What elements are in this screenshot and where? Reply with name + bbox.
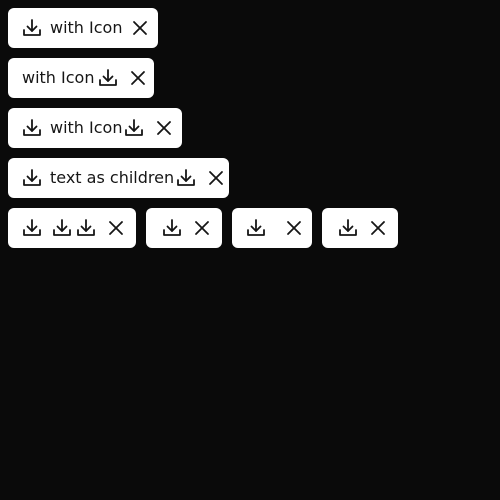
- chip-text-children[interactable]: text as children: [8, 158, 229, 198]
- chip-both-icons[interactable]: with Icon: [8, 108, 182, 148]
- download-icon: [50, 216, 74, 240]
- close-icon[interactable]: [128, 16, 152, 40]
- chip-icons-only-multi[interactable]: [8, 208, 136, 248]
- download-icon: [20, 116, 44, 140]
- chip-leading-icon[interactable]: with Icon: [8, 8, 158, 48]
- download-icon: [244, 216, 268, 240]
- download-icon: [20, 16, 44, 40]
- download-icon: [20, 166, 44, 190]
- download-icon: [74, 216, 98, 240]
- chip-label: with Icon: [50, 118, 123, 137]
- close-icon[interactable]: [126, 66, 150, 90]
- chip-trailing-icon[interactable]: with Icon: [8, 58, 154, 98]
- download-icon: [336, 216, 360, 240]
- chip-icon-only[interactable]: [146, 208, 222, 248]
- download-icon: [174, 166, 198, 190]
- close-icon[interactable]: [152, 116, 176, 140]
- close-icon[interactable]: [366, 216, 390, 240]
- close-icon[interactable]: [282, 216, 306, 240]
- chip-label: text as children: [50, 168, 175, 187]
- chip-icon-only[interactable]: [322, 208, 398, 248]
- chip-label: with Icon: [50, 18, 123, 37]
- chip-icon-only[interactable]: [232, 208, 312, 248]
- download-icon: [122, 116, 146, 140]
- close-icon[interactable]: [190, 216, 214, 240]
- close-icon[interactable]: [104, 216, 128, 240]
- download-icon: [20, 216, 44, 240]
- chip-label: with Icon: [22, 68, 95, 87]
- close-icon[interactable]: [204, 166, 228, 190]
- download-icon: [96, 66, 120, 90]
- download-icon: [160, 216, 184, 240]
